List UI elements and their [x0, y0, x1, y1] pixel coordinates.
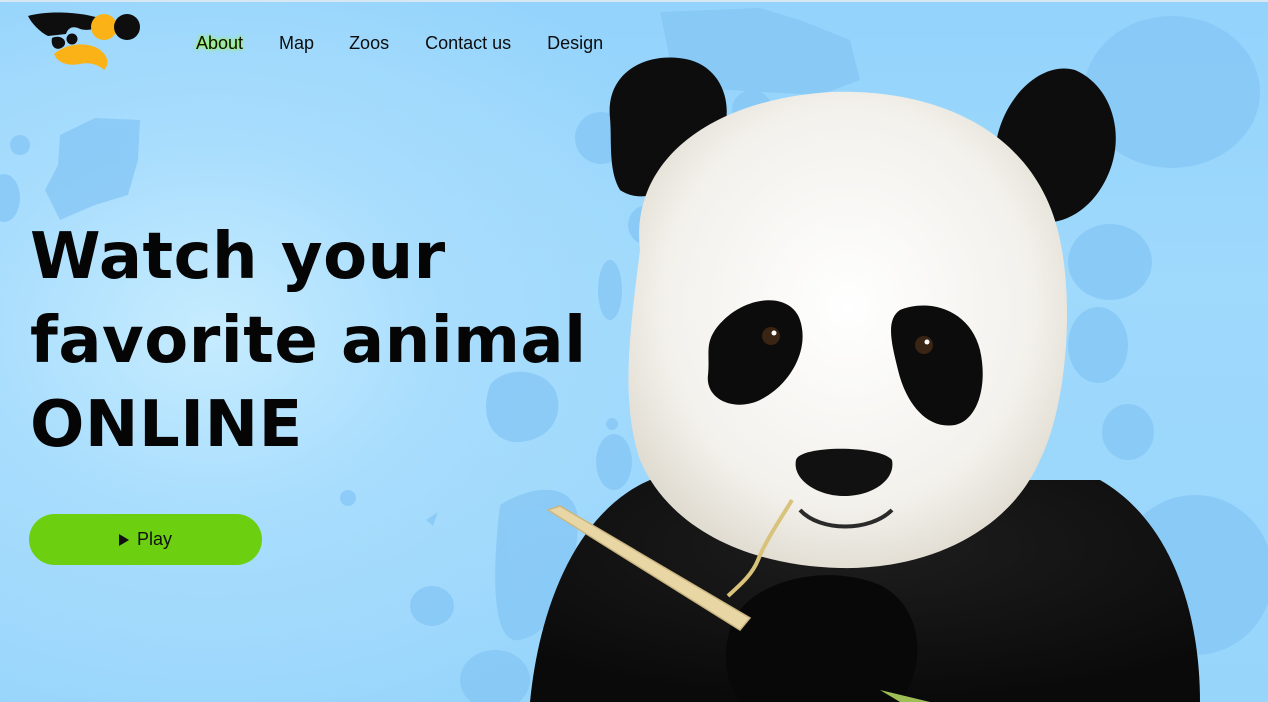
play-triangle-icon [118, 534, 129, 546]
panda-head [628, 91, 1068, 569]
nav-link-about[interactable]: About [196, 31, 243, 55]
brand-logo-icon[interactable] [28, 12, 142, 72]
nav-link-map[interactable]: Map [279, 31, 314, 55]
nav-link-contact[interactable]: Contact us [425, 31, 511, 55]
landing-page: About Map Zoos Contact us Design Watch y… [0, 0, 1268, 702]
play-button-label: Play [136, 529, 172, 549]
play-button[interactable]: Play [29, 514, 262, 565]
panda-image [530, 57, 1200, 702]
nav-link-zoos[interactable]: Zoos [349, 31, 389, 55]
